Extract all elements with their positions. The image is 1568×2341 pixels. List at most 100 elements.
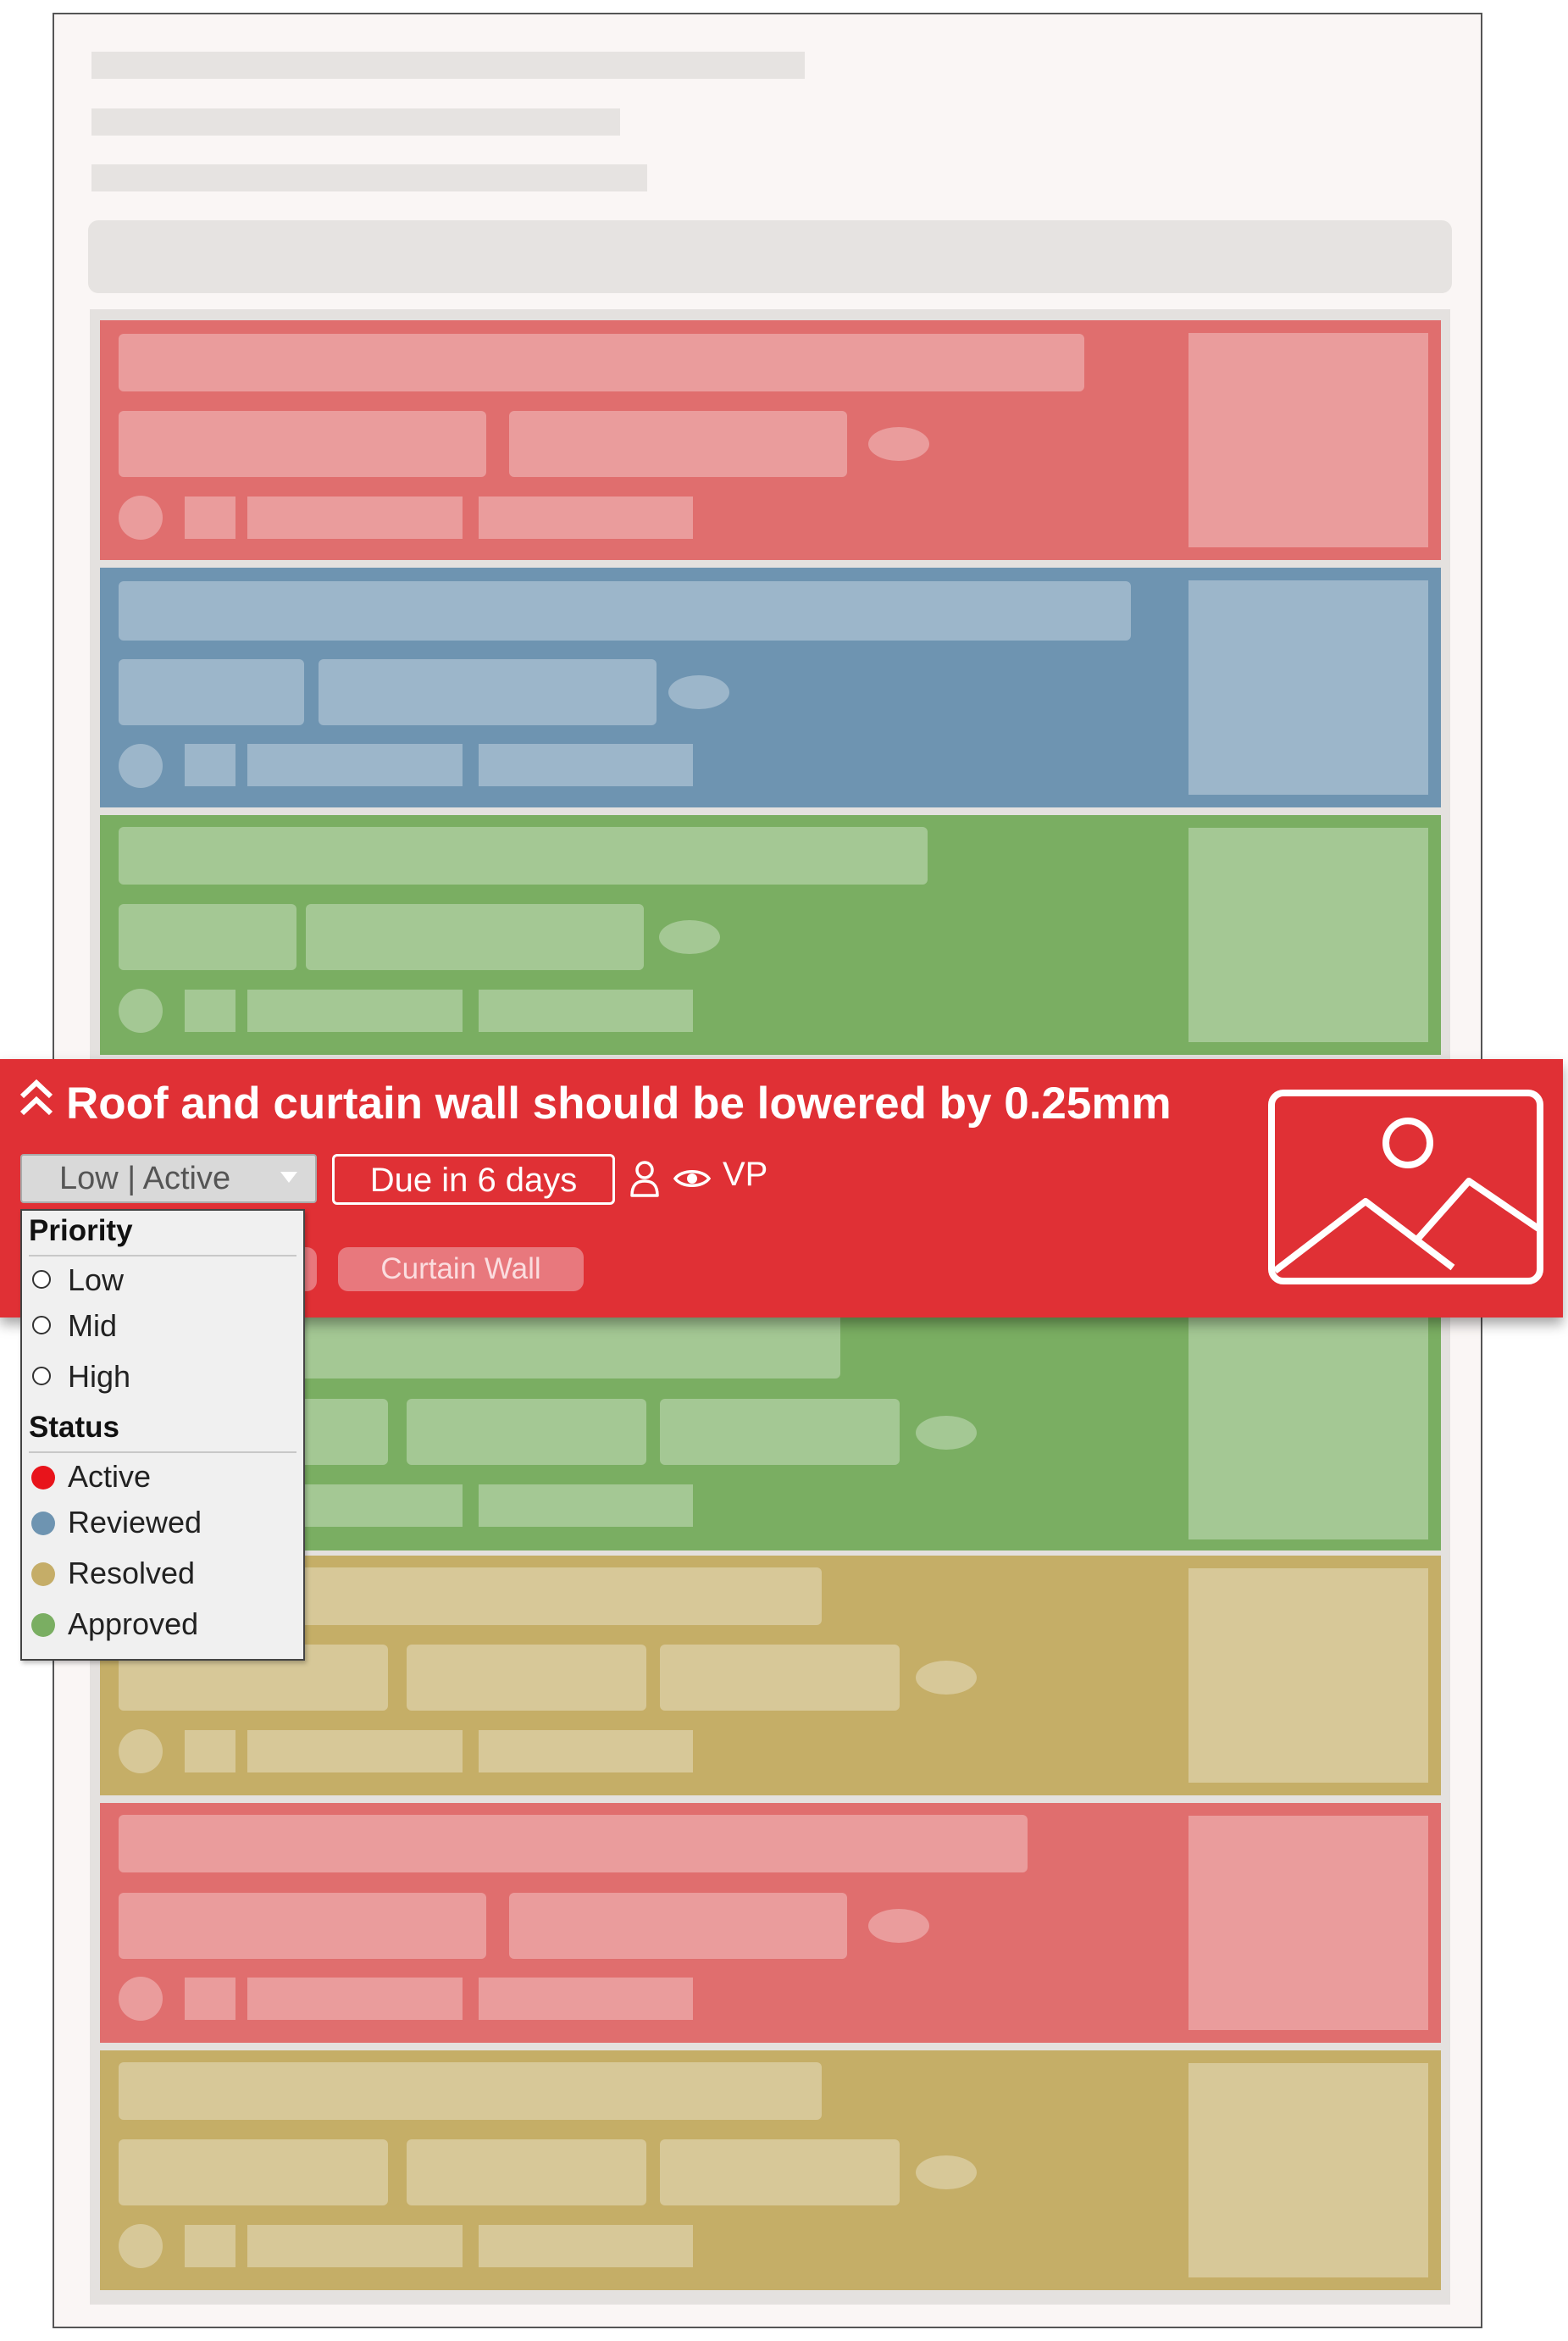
skeleton-chip (479, 1978, 693, 2020)
skeleton-line (91, 52, 805, 79)
skeleton-chip (247, 744, 463, 786)
skeleton-title (119, 2062, 822, 2120)
skeleton-avatar (119, 2224, 163, 2268)
skeleton-title (119, 581, 1131, 641)
option-label: High (68, 1359, 131, 1394)
status-option-reviewed[interactable]: Reviewed (29, 1504, 202, 1541)
option-label: Reviewed (68, 1505, 202, 1539)
status-swatch-approved (31, 1613, 55, 1637)
issue-card[interactable] (100, 815, 1441, 1055)
priority-option-mid[interactable]: Mid (29, 1307, 117, 1345)
skeleton-thumbnail (1188, 2063, 1428, 2277)
skeleton-chip (247, 990, 463, 1032)
skeleton-chip (119, 2139, 388, 2205)
skeleton-chip (185, 496, 235, 539)
skeleton-chip (119, 411, 486, 477)
skeleton-chip (185, 2225, 235, 2267)
issue-card[interactable] (100, 568, 1441, 807)
skeleton-chip (119, 659, 304, 725)
skeleton-chip (119, 1893, 486, 1959)
skeleton-title (119, 334, 1084, 391)
skeleton-chip (247, 2225, 463, 2267)
skeleton-oval (668, 675, 729, 709)
skeleton-chip (247, 1730, 463, 1772)
skeleton-thumbnail (1188, 580, 1428, 795)
status-option-approved[interactable]: Approved (29, 1606, 198, 1643)
skeleton-chip (660, 1399, 900, 1465)
eye-icon[interactable] (673, 1168, 711, 1190)
skeleton-oval (868, 427, 929, 461)
skeleton-chip (306, 904, 644, 970)
priority-status-select[interactable]: Low | Active (20, 1154, 317, 1203)
radio-button[interactable] (32, 1367, 51, 1385)
skeleton-chip (479, 1730, 693, 1772)
skeleton-avatar (119, 989, 163, 1033)
skeleton-chip (509, 411, 847, 477)
skeleton-chip (660, 2139, 900, 2205)
divider (29, 1451, 296, 1453)
skeleton-avatar (119, 496, 163, 540)
skeleton-chip (479, 744, 693, 786)
person-icon[interactable] (629, 1159, 661, 1198)
skeleton-chip (479, 990, 693, 1032)
skeleton-chip (407, 2139, 646, 2205)
skeleton-title (119, 1815, 1028, 1872)
skeleton-oval (868, 1909, 929, 1943)
skeleton-chip (185, 1730, 235, 1772)
skeleton-chip (509, 1893, 847, 1959)
skeleton-chip (407, 1399, 646, 1465)
option-label: Approved (68, 1606, 199, 1641)
status-swatch-resolved (31, 1562, 55, 1586)
skeleton-thumbnail (1188, 333, 1428, 547)
skeleton-thumbnail (1188, 1816, 1428, 2030)
skeleton-oval (659, 920, 720, 954)
priority-chevron-icon (19, 1079, 53, 1116)
tag-chip-curtain-wall[interactable]: Curtain Wall (338, 1247, 584, 1291)
skeleton-thumbnail (1188, 1568, 1428, 1783)
radio-button[interactable] (32, 1316, 51, 1334)
issue-card[interactable] (100, 320, 1441, 560)
skeleton-chip (479, 2225, 693, 2267)
divider (29, 1255, 296, 1256)
skeleton-chip (247, 496, 463, 539)
status-swatch-reviewed (31, 1512, 55, 1535)
skeleton-oval (916, 2155, 977, 2189)
option-label: Low (68, 1262, 125, 1297)
skeleton-chip (185, 1978, 235, 2020)
skeleton-avatar (119, 1977, 163, 2021)
skeleton-avatar (119, 1729, 163, 1773)
skeleton-search-bar (88, 220, 1452, 293)
skeleton-title (119, 827, 928, 885)
option-label: Active (68, 1459, 152, 1494)
radio-button[interactable] (32, 1270, 51, 1289)
status-swatch-active (31, 1466, 55, 1489)
skeleton-chip (660, 1645, 900, 1711)
skeleton-chip (407, 1645, 646, 1711)
skeleton-thumbnail (1188, 1318, 1428, 1539)
status-option-resolved[interactable]: Resolved (29, 1555, 195, 1592)
status-option-active[interactable]: Active (29, 1458, 151, 1495)
skeleton-chip (479, 1484, 693, 1527)
skeleton-line (91, 164, 647, 191)
priority-status-value: Low | Active (59, 1161, 231, 1196)
due-date-badge[interactable]: Due in 6 days (332, 1154, 615, 1205)
priority-option-low[interactable]: Low (29, 1262, 124, 1299)
issue-title: Roof and curtain wall should be lowered … (66, 1079, 1172, 1129)
option-label: Mid (68, 1308, 118, 1343)
priority-status-dropdown[interactable]: Priority Low Mid High Status Active Revi… (20, 1209, 305, 1661)
skeleton-chip (185, 990, 235, 1032)
priority-option-high[interactable]: High (29, 1358, 130, 1395)
status-heading: Status (29, 1411, 119, 1444)
priority-heading: Priority (29, 1214, 133, 1247)
skeleton-chip (319, 659, 657, 725)
skeleton-chip (119, 904, 296, 970)
skeleton-thumbnail (1188, 828, 1428, 1042)
issue-card[interactable] (100, 1803, 1441, 2043)
issue-card[interactable] (100, 2050, 1441, 2290)
skeleton-chip (185, 744, 235, 786)
skeleton-avatar (119, 744, 163, 788)
assignee-initials[interactable]: VP (723, 1156, 767, 1194)
image-placeholder-icon[interactable] (1268, 1090, 1543, 1284)
skeleton-oval (916, 1661, 977, 1695)
skeleton-line (91, 108, 620, 136)
